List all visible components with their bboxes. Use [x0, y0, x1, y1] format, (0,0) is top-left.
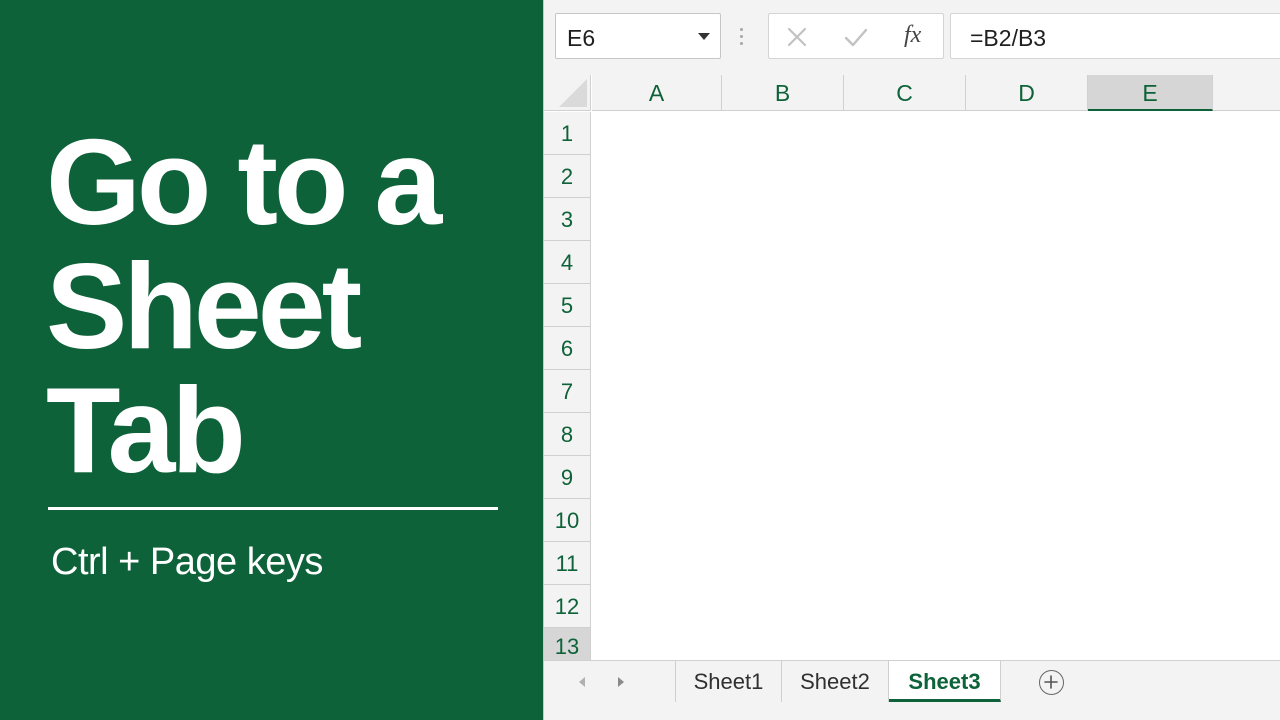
row-header-4[interactable]: 4: [544, 241, 591, 284]
cell-area[interactable]: [592, 112, 1280, 660]
sheet-tab-bar: Sheet1 Sheet2 Sheet3: [544, 660, 1280, 720]
name-box[interactable]: E6: [555, 13, 721, 59]
formula-text: =B2/B3: [970, 25, 1047, 51]
title-panel: Go to a Sheet Tab Ctrl + Page keys: [0, 0, 543, 720]
row-header-10[interactable]: 10: [544, 499, 591, 542]
row-header-6[interactable]: 6: [544, 327, 591, 370]
enter-icon[interactable]: [843, 26, 869, 48]
row-header-8[interactable]: 8: [544, 413, 591, 456]
row-header-2[interactable]: 2: [544, 155, 591, 198]
title-line-3: Tab: [46, 362, 246, 498]
title-divider: [48, 507, 498, 510]
worksheet-grid: A B C D E 1 2 3 4 5 6 7 8 9 10 11 12 13: [544, 75, 1280, 660]
column-header-filler: [1213, 75, 1280, 111]
cancel-icon[interactable]: [786, 26, 808, 48]
row-header-3[interactable]: 3: [544, 198, 591, 241]
title-line-2: Sheet: [46, 238, 362, 374]
row-header-13[interactable]: 13: [544, 628, 591, 660]
formula-bar-grip-icon[interactable]: [740, 28, 744, 46]
formula-buttons: fx: [768, 13, 944, 59]
formula-input[interactable]: =B2/B3: [950, 13, 1280, 59]
select-all-triangle-icon: [559, 79, 587, 107]
scroll-right-icon[interactable]: [618, 677, 624, 687]
status-strip: [544, 703, 1280, 720]
add-sheet-icon[interactable]: [1039, 670, 1064, 695]
page-title: Go to a Sheet Tab: [46, 120, 526, 492]
chevron-down-icon[interactable]: [698, 33, 710, 40]
tab-sheet3[interactable]: Sheet3: [889, 661, 1001, 702]
row-header-11[interactable]: 11: [544, 542, 591, 585]
subtitle: Ctrl + Page keys: [51, 541, 323, 583]
row-header-5[interactable]: 5: [544, 284, 591, 327]
scroll-left-icon[interactable]: [579, 677, 585, 687]
fx-icon[interactable]: fx: [904, 22, 921, 49]
tab-sheet2[interactable]: Sheet2: [782, 661, 889, 702]
column-header-c[interactable]: C: [844, 75, 966, 111]
excel-window: E6 fx =B2/B3 A B C D E 1 2 3 4 5 6 7 8 9…: [543, 0, 1280, 720]
row-header-9[interactable]: 9: [544, 456, 591, 499]
formula-bar: E6 fx =B2/B3: [544, 0, 1280, 75]
row-header-12[interactable]: 12: [544, 585, 591, 628]
select-all-button[interactable]: [544, 75, 591, 111]
column-header-e[interactable]: E: [1088, 75, 1213, 111]
column-header-a[interactable]: A: [592, 75, 722, 111]
column-header-b[interactable]: B: [722, 75, 844, 111]
row-header-7[interactable]: 7: [544, 370, 591, 413]
row-header-1[interactable]: 1: [544, 112, 591, 155]
column-header-d[interactable]: D: [966, 75, 1088, 111]
tab-sheet1[interactable]: Sheet1: [675, 661, 782, 702]
name-box-value: E6: [567, 25, 596, 51]
title-line-1: Go to a: [46, 114, 442, 250]
